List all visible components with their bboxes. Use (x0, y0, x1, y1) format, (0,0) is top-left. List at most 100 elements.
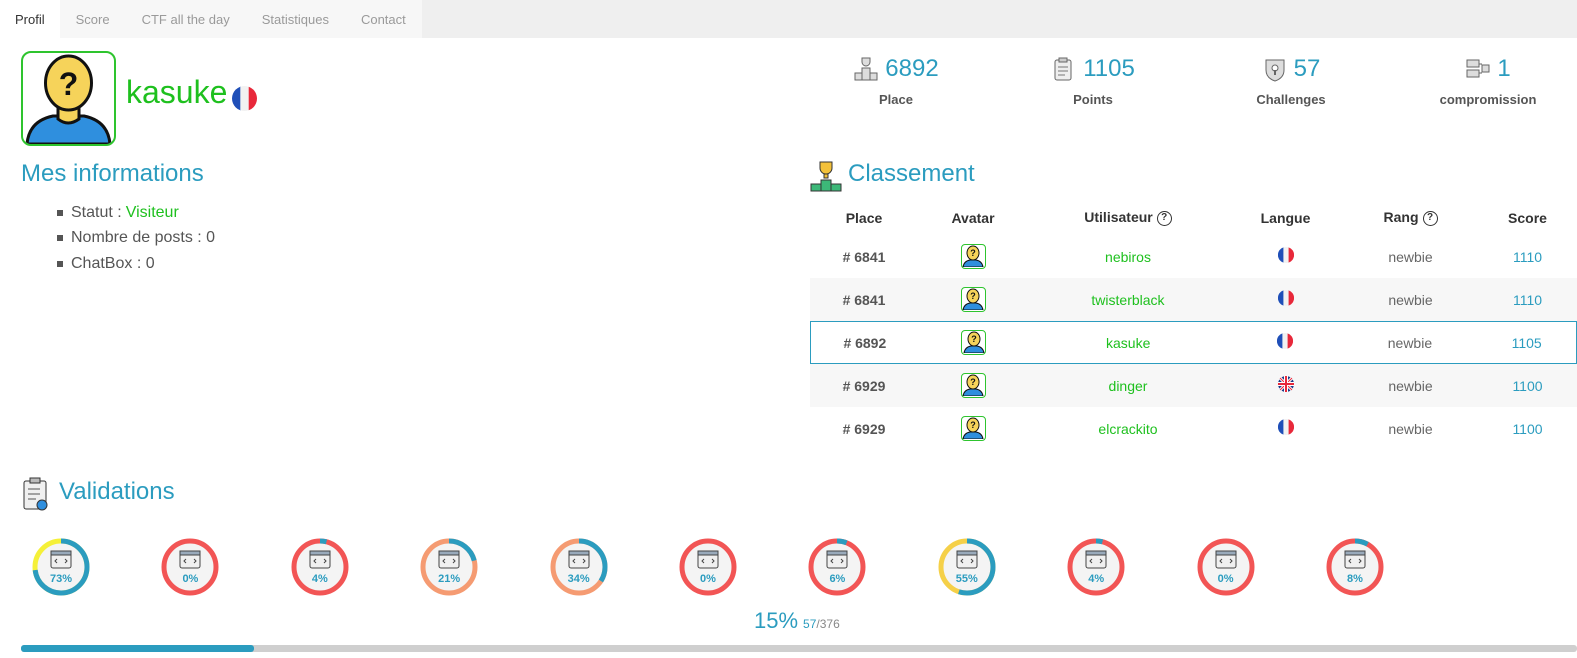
gauge-percent: 4% (311, 573, 328, 585)
validation-gauge[interactable]: 0% (159, 536, 221, 598)
row-avatar[interactable]: ? (918, 287, 1028, 312)
row-user-link[interactable]: nebiros (1028, 249, 1228, 265)
bullet (57, 235, 63, 242)
row-rank: newbie (1388, 377, 1433, 394)
france-flag-icon (1277, 419, 1294, 438)
tab-profil[interactable]: Profil (0, 0, 60, 38)
row-rank: newbie (1388, 291, 1433, 308)
row-user-link[interactable]: twisterblack (1028, 292, 1228, 308)
user-avatar-icon[interactable]: ? (960, 244, 986, 269)
row-rank: newbie (1387, 334, 1433, 351)
statut-value: Visiteur (125, 203, 179, 221)
clipboard-icon (1054, 57, 1072, 81)
row-user-link[interactable]: elcrackito (1028, 421, 1228, 437)
gauge-percent: 6% (829, 573, 846, 585)
network-icon (1466, 59, 1490, 78)
row-lang (1228, 290, 1343, 309)
total-percent: 15% (754, 608, 799, 633)
gauge-percent: 21% (438, 573, 461, 585)
row-score: 1100 (1512, 420, 1543, 437)
validation-gauge[interactable]: 55% (936, 536, 998, 598)
posts-text: Nombre de posts : 0 (71, 229, 216, 247)
table-row: # 6929? elcrackito newbie 1100 (810, 407, 1577, 450)
validation-gauge[interactable]: 4% (289, 536, 351, 598)
row-user-link[interactable]: dinger (1028, 378, 1228, 394)
ranking-title: Classement (848, 160, 975, 187)
stat-points-value: 1105 (1083, 55, 1135, 82)
svg-text:?: ? (970, 291, 976, 301)
tab-ctf-all-the-day[interactable]: CTF all the day (126, 0, 246, 38)
validation-gauge[interactable]: 4% (1065, 536, 1127, 598)
table-row: # 6892? kasuke newbie 1105 (810, 321, 1577, 364)
table-row: # 6929? dinger newbie 1100 (810, 364, 1577, 407)
stat-points: 1105 Points (993, 54, 1193, 107)
validation-progress-bar (21, 645, 1577, 652)
validations-title: Validations (59, 478, 175, 505)
validation-gauge[interactable]: 0% (1195, 536, 1257, 598)
total-count: 57/376 (803, 615, 840, 633)
gauge-percent: 8% (1347, 573, 1363, 585)
forensic-icon (1344, 550, 1366, 569)
table-row: # 6841? nebiros newbie 1110 (810, 235, 1577, 278)
tab-bar: Profil Score CTF all the day Statistique… (0, 0, 1577, 38)
stat-challenges-value: 57 (1293, 55, 1321, 82)
binary-icon (1215, 550, 1237, 569)
header-avatar: Avatar (951, 209, 995, 226)
validation-gauge[interactable]: 0% (677, 536, 739, 598)
user-avatar-icon[interactable]: ? (960, 416, 986, 441)
row-place: # 6929 (842, 377, 886, 394)
stat-points-label: Points (1073, 92, 1113, 107)
svg-text:?: ? (59, 66, 79, 102)
ranking-header: Place Avatar Utilisateur? Langue Rang? S… (810, 200, 1577, 235)
france-flag-icon (232, 86, 257, 111)
row-score: 1110 (1512, 248, 1543, 265)
steganography-icon (438, 550, 460, 569)
tab-score[interactable]: Score (60, 0, 126, 38)
stat-compromission-label: compromission (1439, 92, 1537, 107)
row-avatar[interactable]: ? (919, 330, 1029, 355)
row-avatar[interactable]: ? (918, 373, 1028, 398)
row-rank: newbie (1388, 420, 1433, 437)
validation-gauge[interactable]: 8% (1324, 536, 1386, 598)
user-avatar-icon[interactable]: ? (960, 373, 986, 398)
row-rank: newbie (1388, 248, 1433, 265)
validation-gauge[interactable]: 6% (806, 536, 868, 598)
header-rank: Rang? (1343, 209, 1478, 226)
row-place: # 6929 (842, 420, 886, 437)
stat-place-label: Place (879, 92, 913, 107)
uk-flag-icon (1277, 376, 1294, 395)
bullet (57, 260, 63, 267)
row-lang (1228, 419, 1343, 438)
svg-text:?: ? (970, 377, 976, 387)
ranking-table: Place Avatar Utilisateur? Langue Rang? S… (810, 200, 1577, 450)
tab-contact[interactable]: Contact (345, 0, 422, 38)
validation-gauge[interactable]: 73% (30, 536, 92, 598)
france-flag-icon (1277, 247, 1294, 266)
validation-gauge[interactable]: 21% (418, 536, 480, 598)
monitor-icon (697, 550, 719, 569)
info-list: Statut : Visiteur Nombre de posts : 0 Cha… (57, 200, 215, 277)
svg-text:?: ? (971, 334, 977, 344)
stat-place: 6892 Place (796, 54, 996, 107)
user-avatar-icon[interactable]: ? (961, 330, 987, 355)
info-posts: Nombre de posts : 0 (57, 226, 215, 252)
row-score: 1100 (1512, 377, 1543, 394)
terminal-icon (1085, 550, 1107, 569)
header-score: Score (1508, 209, 1547, 226)
help-icon[interactable]: ? (1156, 210, 1172, 226)
row-score: 1110 (1512, 291, 1543, 308)
stat-challenges: 57 Challenges (1191, 54, 1391, 107)
row-user-link[interactable]: kasuke (1028, 335, 1227, 351)
row-lang (1228, 247, 1343, 266)
svg-text:?: ? (970, 420, 976, 430)
total-done: 57 (803, 617, 817, 631)
statut-label: Statut : (71, 203, 122, 221)
shield-icon (1265, 59, 1285, 82)
tab-statistiques[interactable]: Statistiques (246, 0, 345, 38)
validation-gauge[interactable]: 34% (548, 536, 610, 598)
row-lang (1228, 376, 1343, 395)
row-avatar[interactable]: ? (918, 244, 1028, 269)
help-icon[interactable]: ? (1422, 210, 1438, 226)
row-avatar[interactable]: ? (918, 416, 1028, 441)
user-avatar-icon[interactable]: ? (960, 287, 986, 312)
